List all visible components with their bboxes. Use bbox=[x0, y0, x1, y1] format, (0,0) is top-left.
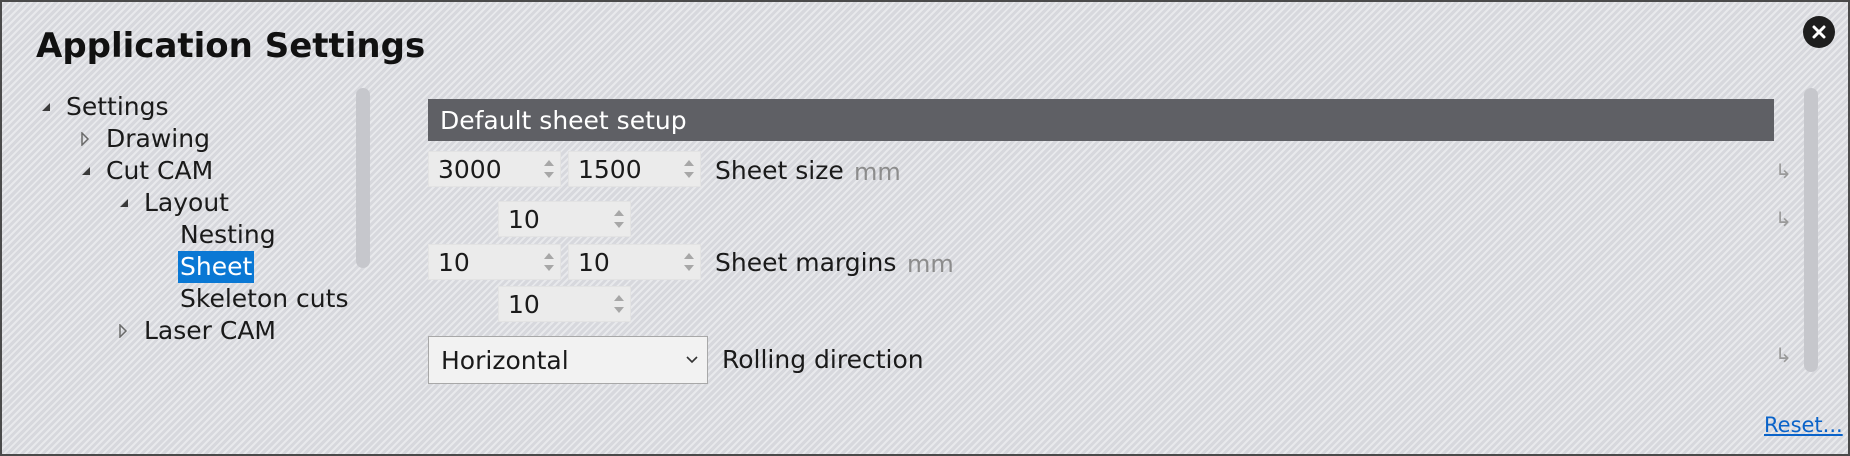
spin-up-icon[interactable] bbox=[544, 253, 554, 259]
chevron-down-icon bbox=[677, 356, 707, 364]
spin-up-icon[interactable] bbox=[614, 210, 624, 216]
tree-item-label: Cut CAM bbox=[106, 156, 214, 185]
spin-down-icon[interactable] bbox=[614, 222, 624, 228]
sheet-margins-unit: mm bbox=[907, 250, 954, 278]
close-icon bbox=[1812, 25, 1826, 39]
margin-bottom-stepper[interactable]: 10 bbox=[498, 286, 631, 322]
dialog-title: Application Settings bbox=[36, 26, 426, 66]
tree-item-laser-cam[interactable]: Laser CAM bbox=[118, 314, 278, 348]
margin-right-stepper[interactable]: 10 bbox=[568, 244, 701, 280]
tree-item-label: Settings bbox=[66, 92, 169, 121]
collapsed-triangle-icon[interactable] bbox=[118, 324, 142, 338]
settings-tree: Settings Drawing Cut CAM Layout Nesting … bbox=[2, 90, 372, 390]
expanded-triangle-icon[interactable] bbox=[80, 165, 104, 177]
spin-down-icon[interactable] bbox=[544, 265, 554, 271]
collapsed-triangle-icon[interactable] bbox=[80, 132, 104, 146]
tree-item-drawing[interactable]: Drawing bbox=[80, 122, 212, 156]
sheet-height-value: 1500 bbox=[578, 154, 642, 184]
margin-top-stepper[interactable]: 10 bbox=[498, 201, 631, 237]
spin-up-icon[interactable] bbox=[684, 253, 694, 259]
tree-item-settings[interactable]: Settings bbox=[40, 90, 171, 124]
tree-item-layout[interactable]: Layout bbox=[118, 186, 231, 220]
tree-item-label: Drawing bbox=[106, 124, 210, 153]
spin-down-icon[interactable] bbox=[544, 172, 554, 178]
sheet-size-label: Sheet size bbox=[715, 156, 844, 185]
rolling-direction-value: Horizontal bbox=[441, 345, 569, 375]
sheet-margins-label: Sheet margins bbox=[715, 248, 897, 277]
close-button[interactable] bbox=[1803, 16, 1835, 48]
tree-item-skeleton-cuts[interactable]: Skeleton cuts bbox=[178, 282, 350, 316]
spin-up-icon[interactable] bbox=[544, 160, 554, 166]
reset-link[interactable]: Reset... bbox=[1764, 413, 1843, 437]
margin-right-value: 10 bbox=[578, 247, 610, 277]
margin-bottom-value: 10 bbox=[508, 289, 540, 319]
spin-down-icon[interactable] bbox=[684, 172, 694, 178]
sheet-width-value: 3000 bbox=[438, 154, 502, 184]
content-scrollbar[interactable] bbox=[1804, 88, 1818, 372]
reset-arrow-icon[interactable]: ↳ bbox=[1775, 161, 1793, 181]
sheet-width-stepper[interactable]: 3000 bbox=[428, 151, 561, 187]
rolling-direction-select[interactable]: Horizontal bbox=[428, 336, 708, 384]
sheet-height-stepper[interactable]: 1500 bbox=[568, 151, 701, 187]
tree-item-sheet[interactable]: Sheet bbox=[178, 250, 255, 284]
expanded-triangle-icon[interactable] bbox=[40, 101, 64, 113]
margin-left-stepper[interactable]: 10 bbox=[428, 244, 561, 280]
reset-arrow-icon[interactable]: ↳ bbox=[1775, 345, 1793, 365]
tree-item-nesting[interactable]: Nesting bbox=[178, 218, 278, 252]
tree-item-label: Nesting bbox=[180, 220, 276, 249]
margin-left-value: 10 bbox=[438, 247, 470, 277]
spin-up-icon[interactable] bbox=[684, 160, 694, 166]
spin-down-icon[interactable] bbox=[684, 265, 694, 271]
rolling-direction-label: Rolling direction bbox=[722, 345, 924, 374]
tree-item-cut-cam[interactable]: Cut CAM bbox=[80, 154, 215, 188]
tree-item-label: Laser CAM bbox=[144, 316, 277, 345]
tree-item-label: Skeleton cuts bbox=[180, 284, 349, 313]
spin-up-icon[interactable] bbox=[614, 295, 624, 301]
expanded-triangle-icon[interactable] bbox=[118, 197, 142, 209]
sheet-size-unit: mm bbox=[854, 158, 901, 186]
tree-item-label: Layout bbox=[144, 188, 229, 217]
application-settings-dialog: Application Settings Settings Drawing Cu… bbox=[0, 0, 1850, 456]
tree-item-label: Sheet bbox=[178, 251, 255, 283]
section-title: Default sheet setup bbox=[440, 105, 687, 135]
section-header: Default sheet setup bbox=[428, 99, 1774, 141]
reset-arrow-icon[interactable]: ↳ bbox=[1775, 209, 1793, 229]
spin-down-icon[interactable] bbox=[614, 307, 624, 313]
tree-scrollbar[interactable] bbox=[356, 88, 370, 268]
margin-top-value: 10 bbox=[508, 204, 540, 234]
